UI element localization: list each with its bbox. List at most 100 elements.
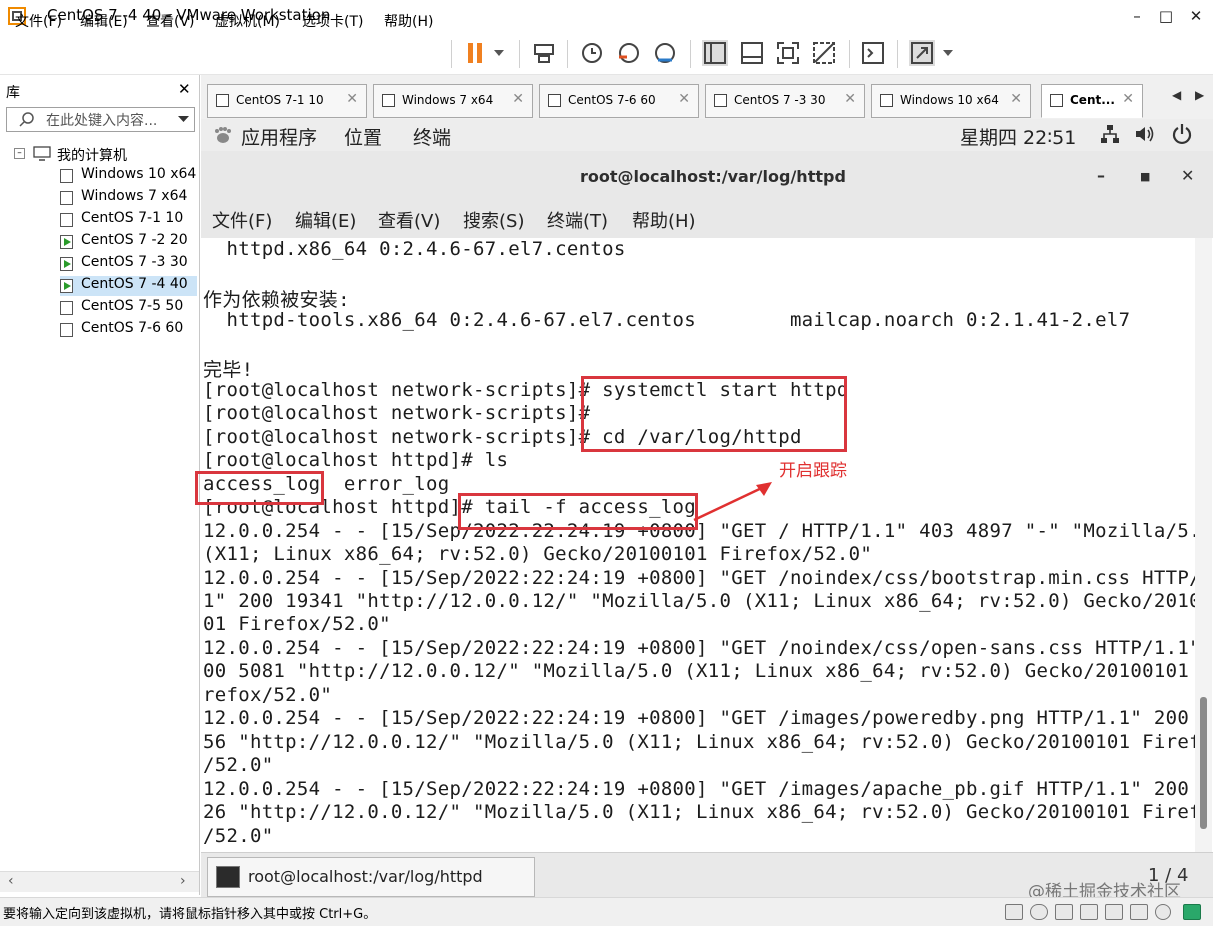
vm-icon xyxy=(60,213,73,227)
sound-card-icon[interactable] xyxy=(1130,904,1148,920)
thumbnail-bar-icon[interactable] xyxy=(739,40,765,66)
gnome-terminal-menu[interactable]: 终端 xyxy=(413,123,451,150)
display-icon[interactable] xyxy=(1155,904,1171,920)
tab-scroll-right-icon[interactable]: ▶ xyxy=(1195,88,1204,102)
tab-close-icon[interactable]: ✕ xyxy=(1010,91,1022,107)
printer-icon[interactable] xyxy=(1080,904,1098,920)
tree-item-vm[interactable]: Windows 7 x64 xyxy=(60,188,197,208)
vm-icon xyxy=(216,94,229,107)
scroll-left-icon[interactable]: ‹ xyxy=(8,873,14,889)
terminal-line: 01 Firefox/52.0" xyxy=(203,613,391,635)
terminal-menu-search[interactable]: 搜索(S) xyxy=(463,207,524,233)
terminal-line: 00 5081 "http://12.0.0.12/" "Mozilla/5.0… xyxy=(203,660,1213,682)
menu-file[interactable]: 文件(F) xyxy=(15,11,62,31)
revert-snapshot-icon[interactable] xyxy=(616,40,642,66)
terminal-close-button[interactable]: ✕ xyxy=(1181,166,1194,185)
hard-disk-icon[interactable] xyxy=(1005,904,1023,920)
pause-icon[interactable] xyxy=(462,40,488,66)
menu-help[interactable]: 帮助(H) xyxy=(384,11,433,31)
chevron-down-icon[interactable] xyxy=(178,115,189,123)
cd-dvd-icon[interactable] xyxy=(1030,904,1048,920)
vm-icon xyxy=(60,301,73,315)
terminal-minimize-button[interactable]: – xyxy=(1097,166,1105,185)
tab-vm[interactable]: CentOS 7-1 10 ✕ xyxy=(207,84,367,118)
minimize-button[interactable]: – xyxy=(1122,4,1152,28)
tab-vm[interactable]: CentOS 7-6 60 ✕ xyxy=(539,84,699,118)
close-button[interactable]: ✕ xyxy=(1181,4,1211,28)
annotation-label: 开启跟踪 xyxy=(779,461,847,481)
power-icon[interactable] xyxy=(1172,123,1192,145)
terminal-menu-view[interactable]: 查看(V) xyxy=(378,207,440,233)
message-log-icon[interactable] xyxy=(1183,904,1201,920)
terminal-line: 12.0.0.254 - - [15/Sep/2022:22:24:19 +08… xyxy=(203,637,1213,659)
status-message: 要将输入定向到该虚拟机，请将鼠标指针移入其中或按 Ctrl+G。 xyxy=(3,907,377,922)
show-library-icon[interactable] xyxy=(702,40,728,66)
tree-item-vm[interactable]: CentOS 7-5 50 xyxy=(60,298,197,318)
tab-vm[interactable]: CentOS 7 -3 30 ✕ xyxy=(705,84,865,118)
volume-icon[interactable] xyxy=(1134,124,1156,144)
snapshot-manager-icon[interactable] xyxy=(652,40,678,66)
tree-item-vm[interactable]: CentOS 7 -2 20 xyxy=(60,232,197,252)
full-screen-icon[interactable] xyxy=(775,40,801,66)
window-list-item-label: root@localhost:/var/log/httpd xyxy=(248,867,483,886)
stretch-guest-icon[interactable] xyxy=(909,40,935,66)
gnome-places-menu[interactable]: 位置 xyxy=(344,123,382,150)
tab-vm-active[interactable]: Cent... ✕ xyxy=(1041,84,1143,118)
tree-item-vm[interactable]: Windows 10 x64 xyxy=(60,166,197,186)
console-view-icon[interactable] xyxy=(860,40,886,66)
library-horizontal-scrollbar[interactable] xyxy=(0,871,199,892)
tree-root-my-computer[interactable]: 我的计算机 xyxy=(57,145,127,165)
network-icon[interactable] xyxy=(1100,124,1120,144)
tree-item-vm[interactable]: CentOS 7 -3 30 xyxy=(60,254,197,274)
terminal-menu-file[interactable]: 文件(F) xyxy=(212,207,272,233)
terminal-maximize-button[interactable]: ■ xyxy=(1140,170,1150,183)
menu-view[interactable]: 查看(V) xyxy=(146,11,195,31)
terminal-line: 12.0.0.254 - - [15/Sep/2022:22:24:19 +08… xyxy=(203,707,1213,729)
library-close-button[interactable]: ✕ xyxy=(178,80,191,98)
chevron-down-icon[interactable] xyxy=(942,48,954,58)
terminal-line: httpd-tools.x86_64 0:2.4.6-67.el7.centos… xyxy=(203,309,1131,331)
terminal-icon xyxy=(216,866,240,888)
terminal-line: refox/52.0" xyxy=(203,684,333,706)
terminal-scrollbar-thumb[interactable] xyxy=(1200,697,1207,829)
send-keys-icon[interactable] xyxy=(531,40,557,66)
chevron-down-icon[interactable] xyxy=(493,48,505,58)
terminal-menu-terminal[interactable]: 终端(T) xyxy=(547,207,608,233)
vm-icon xyxy=(60,191,73,205)
tree-item-vm[interactable]: CentOS 7-6 60 xyxy=(60,320,197,340)
menu-tabs[interactable]: 选项卡(T) xyxy=(302,11,363,31)
tab-close-icon[interactable]: ✕ xyxy=(346,91,358,107)
tab-scroll-left-icon[interactable]: ◀ xyxy=(1172,88,1181,102)
terminal-line: 作为依赖被安装: xyxy=(203,289,350,311)
terminal-line: [root@localhost httpd]# ls xyxy=(203,449,509,471)
network-adapter-icon[interactable] xyxy=(1055,904,1073,920)
tab-vm[interactable]: Windows 10 x64 ✕ xyxy=(871,84,1031,118)
library-search-placeholder: 在此处键入内容... xyxy=(46,113,158,129)
gnome-applications-menu[interactable]: 应用程序 xyxy=(241,123,317,150)
annotation-arrow-icon xyxy=(693,482,772,522)
tree-item-vm[interactable]: CentOS 7-1 10 xyxy=(60,210,197,230)
terminal-menu-help[interactable]: 帮助(H) xyxy=(632,207,696,233)
vm-running-icon xyxy=(714,94,727,107)
toolbar-separator xyxy=(690,40,691,68)
unity-icon[interactable] xyxy=(811,40,837,66)
tab-close-icon[interactable]: ✕ xyxy=(678,91,690,107)
vm-icon xyxy=(382,94,395,107)
gnome-clock[interactable]: 星期四 22∶51 xyxy=(960,123,1076,150)
snapshot-icon[interactable] xyxy=(579,40,605,66)
tab-close-icon[interactable]: ✕ xyxy=(844,91,856,107)
terminal-line: 56 "http://12.0.0.12/" "Mozilla/5.0 (X11… xyxy=(203,731,1213,753)
menu-edit[interactable]: 编辑(E) xyxy=(80,11,128,31)
terminal-line: httpd.x86_64 0:2.4.6-67.el7.centos xyxy=(203,238,626,260)
tab-close-icon[interactable]: ✕ xyxy=(1122,91,1134,107)
terminal-menu-edit[interactable]: 编辑(E) xyxy=(295,207,356,233)
scroll-right-icon[interactable]: › xyxy=(180,873,186,889)
vm-icon xyxy=(880,94,893,107)
tree-item-vm-selected[interactable]: CentOS 7 -4 40 xyxy=(60,276,197,296)
tab-close-icon[interactable]: ✕ xyxy=(512,91,524,107)
usb-icon[interactable] xyxy=(1105,904,1123,920)
menu-vm[interactable]: 虚拟机(M) xyxy=(215,11,280,31)
maximize-button[interactable]: □ xyxy=(1151,4,1181,28)
tab-vm[interactable]: Windows 7 x64 ✕ xyxy=(373,84,533,118)
tree-collapse-toggle[interactable]: – xyxy=(14,148,25,159)
